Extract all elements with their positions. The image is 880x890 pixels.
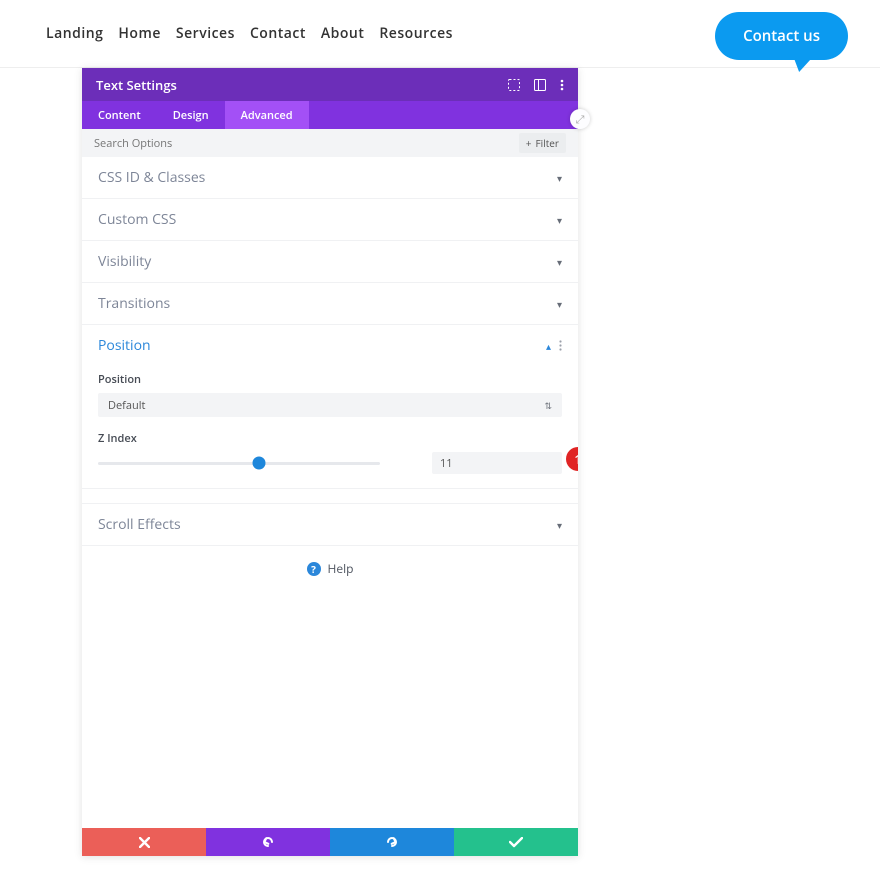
select-caret-icon: ⇅ [544,399,552,412]
position-field-label: Position [98,372,562,387]
section-transitions: Transitions ▾ [82,283,578,325]
section-content-position: Position Default ⇅ Z Index 1 [82,372,578,488]
slider-track [98,462,380,465]
panel-body: CSS ID & Classes ▾ Custom CSS ▾ Visibili… [82,157,578,828]
contact-cta-button[interactable]: Contact us [715,12,848,60]
zindex-field-label: Z Index [98,431,562,446]
help-label: Help [328,560,354,577]
nav-link-services[interactable]: Services [176,24,235,43]
nav-link-landing[interactable]: Landing [46,24,103,43]
zindex-row: 1 [98,452,562,474]
nav-links: Landing Home Services Contact About Reso… [46,24,453,43]
close-icon [139,837,150,848]
section-hdr-position[interactable]: Position ▴ [82,325,578,366]
filter-button[interactable]: + Filter [519,133,566,153]
chevron-up-icon: ▴ [546,339,551,353]
search-input[interactable] [94,136,519,151]
panel-tabs: Content Design Advanced ⤢ [82,101,578,129]
section-options-icon[interactable] [559,340,562,351]
help-icon: ? [307,562,321,576]
undo-button[interactable] [206,828,330,856]
section-title: Visibility [98,252,151,271]
chevron-down-icon: ▾ [557,255,562,269]
cancel-button[interactable] [82,828,206,856]
filter-label: Filter [536,136,559,150]
contact-cta-wrap: Contact us [715,12,848,60]
nav-link-resources[interactable]: Resources [379,24,453,43]
section-title: Transitions [98,294,170,313]
section-hdr-transitions[interactable]: Transitions ▾ [82,283,578,324]
panel-header: Text Settings [82,68,578,101]
zindex-slider[interactable] [98,454,420,472]
chevron-down-icon: ▾ [557,213,562,227]
section-hdr-css-id-classes[interactable]: CSS ID & Classes ▾ [82,157,578,198]
zindex-input[interactable] [432,452,562,474]
chevron-down-icon: ▾ [557,171,562,185]
nav-link-about[interactable]: About [321,24,364,43]
section-hdr-visibility[interactable]: Visibility ▾ [82,241,578,282]
position-select-value: Default [108,398,145,413]
section-title: CSS ID & Classes [98,168,205,187]
panel-layout-icon[interactable] [534,79,546,91]
expand-icon[interactable] [508,79,520,91]
check-icon [509,837,523,848]
drag-handle-icon[interactable]: ⤢ [570,109,590,129]
chevron-down-icon: ▾ [557,297,562,311]
tab-advanced[interactable]: Advanced [225,101,309,129]
annotation-badge: 1 [566,447,578,471]
section-visibility: Visibility ▾ [82,241,578,283]
section-title: Position [98,336,151,355]
action-bar [82,828,578,856]
undo-icon [261,835,275,849]
nav-link-contact[interactable]: Contact [250,24,306,43]
chevron-down-icon: ▾ [557,518,562,532]
section-custom-css: Custom CSS ▾ [82,199,578,241]
tab-content[interactable]: Content [82,101,157,129]
search-row: + Filter [82,129,578,157]
tab-design[interactable]: Design [157,101,225,129]
section-title: Scroll Effects [98,515,181,534]
redo-icon [385,835,399,849]
section-scroll-effects: Scroll Effects ▾ [82,503,578,546]
section-hdr-custom-css[interactable]: Custom CSS ▾ [82,199,578,240]
slider-thumb[interactable] [253,457,266,470]
save-button[interactable] [454,828,578,856]
redo-button[interactable] [330,828,454,856]
section-position: Position ▴ Position Default ⇅ Z Index [82,325,578,489]
panel-title: Text Settings [96,76,177,94]
section-css-id-classes: CSS ID & Classes ▾ [82,157,578,199]
position-select[interactable]: Default ⇅ [98,393,562,417]
kebab-menu-icon[interactable] [560,79,564,91]
section-title: Custom CSS [98,210,176,229]
plus-icon: + [526,136,532,150]
nav-link-home[interactable]: Home [118,24,161,43]
help-row[interactable]: ? Help [82,546,578,591]
settings-panel: Text Settings Content Design Advanced ⤢ … [82,68,578,856]
section-hdr-scroll-effects[interactable]: Scroll Effects ▾ [82,504,578,545]
